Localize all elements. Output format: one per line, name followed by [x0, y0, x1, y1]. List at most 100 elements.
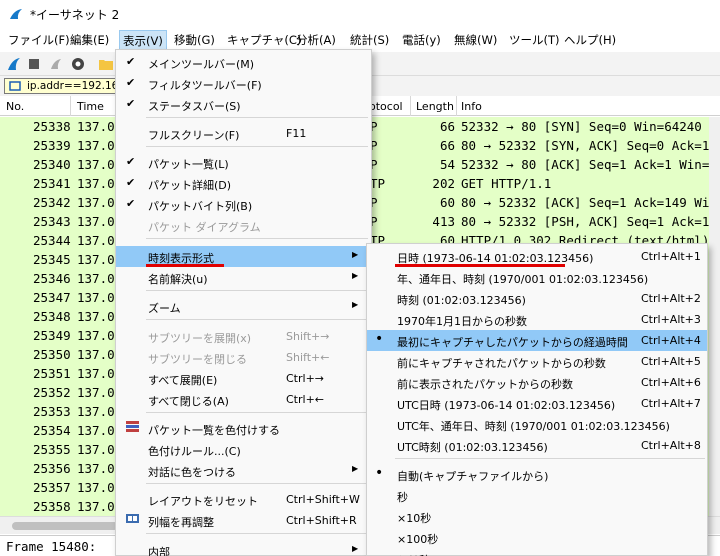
- view-menu-item[interactable]: 内部 ▶: [116, 540, 371, 556]
- menu-item-label: すべて展開(E): [148, 374, 218, 387]
- view-menu-item[interactable]: パケット一覧を色付けする: [116, 418, 371, 439]
- column-divider[interactable]: [456, 96, 457, 116]
- packet-time: 137.0: [77, 423, 115, 438]
- time-format-item[interactable]: UTC時刻 (01:02:03.123456) Ctrl+Alt+8: [367, 435, 707, 456]
- menu-item-label: UTC年、通年日、時刻 (1970/001 01:02:03.123456): [397, 420, 670, 433]
- packet-no: 25341: [33, 176, 71, 191]
- time-format-item[interactable]: 時刻 (01:02:03.123456) Ctrl+Alt+2: [367, 288, 707, 309]
- detail-frame-line[interactable]: Frame 15480:: [6, 539, 96, 554]
- view-menu-item[interactable]: ✔ ステータスバー(S): [116, 94, 371, 115]
- menu-item-label: パケット詳細(D): [148, 179, 232, 192]
- check-icon: ✔: [126, 76, 136, 89]
- time-format-item[interactable]: 前にキャプチャされたパケットからの秒数 Ctrl+Alt+5: [367, 351, 707, 372]
- menu-item-label: メインツールバー(M): [148, 58, 255, 71]
- view-menu-item[interactable]: 時刻表示形式 ▶: [116, 246, 371, 267]
- menu-capture[interactable]: キャプチャ(C): [227, 32, 301, 48]
- column-divider[interactable]: [70, 96, 71, 116]
- view-menu-item[interactable]: フルスクリーン(F) F11: [116, 123, 371, 144]
- menu-item-label: 内部: [148, 546, 170, 556]
- menu-item-label: フルスクリーン(F): [148, 129, 240, 142]
- menu-telephony[interactable]: 電話(y): [402, 32, 441, 48]
- packet-length: 413: [432, 214, 455, 229]
- scrollbar-thumb[interactable]: [12, 522, 118, 530]
- view-menu-item[interactable]: ✔ メインツールバー(M): [116, 52, 371, 73]
- menu-wireless[interactable]: 無線(W): [454, 32, 497, 48]
- column-length[interactable]: Length: [416, 100, 454, 113]
- menu-item-label: レイアウトをリセット: [148, 495, 258, 508]
- check-icon: ✔: [126, 155, 136, 168]
- time-format-item[interactable]: ×10秒: [367, 506, 707, 527]
- bookmark-icon[interactable]: [9, 81, 21, 91]
- packet-time: 137.0: [77, 328, 115, 343]
- menu-item-shortcut: Ctrl+→: [286, 372, 325, 385]
- menu-item-label: 自動(キャプチャファイルから): [397, 470, 549, 483]
- packet-time: 137.0: [77, 366, 115, 381]
- view-menu-item[interactable]: ✔ パケット一覧(L): [116, 152, 371, 173]
- menu-item-label: 対話に色をつける: [148, 466, 236, 479]
- menu-view[interactable]: 表示(V): [119, 30, 167, 50]
- time-format-item[interactable]: 年、通年日、時刻 (1970/001 01:02:03.123456): [367, 267, 707, 288]
- menu-help[interactable]: ヘルプ(H): [564, 32, 616, 48]
- time-format-item[interactable]: ×100秒: [367, 527, 707, 548]
- time-format-item[interactable]: 日時 (1973-06-14 01:02:03.123456) Ctrl+Alt+…: [367, 246, 707, 267]
- view-menu-item[interactable]: ✔ パケット詳細(D): [116, 173, 371, 194]
- menu-item-label: 色付けルール...(C): [148, 445, 241, 458]
- menu-item-label: 年、通年日、時刻 (1970/001 01:02:03.123456): [397, 273, 649, 286]
- menu-file[interactable]: ファイル(F): [8, 32, 70, 48]
- column-divider[interactable]: [410, 96, 411, 116]
- menu-item-shortcut: Shift+←: [286, 351, 330, 364]
- packet-no: 25348: [33, 309, 71, 324]
- packet-info: 80 → 52332 [ACK] Seq=1 Ack=149 Win: [461, 195, 717, 210]
- view-menu-item[interactable]: 名前解決(u) ▶: [116, 267, 371, 288]
- time-format-submenu: 日時 (1973-06-14 01:02:03.123456) Ctrl+Alt+…: [366, 243, 708, 556]
- view-menu-item[interactable]: すべて閉じる(A) Ctrl+←: [116, 389, 371, 410]
- menu-go[interactable]: 移動(G): [174, 32, 215, 48]
- time-format-item[interactable]: 前に表示されたパケットからの秒数 Ctrl+Alt+6: [367, 372, 707, 393]
- radio-bullet-icon: •: [375, 465, 384, 481]
- column-protocol[interactable]: otocol: [369, 100, 403, 113]
- time-format-item[interactable]: ミリ秒: [367, 548, 707, 556]
- time-format-item[interactable]: UTC日時 (1973-06-14 01:02:03.123456) Ctrl+A…: [367, 393, 707, 414]
- column-time[interactable]: Time: [77, 100, 104, 113]
- packet-no: 25339: [33, 138, 71, 153]
- display-filter-input[interactable]: ip.addr==192.168.1(: [4, 78, 120, 94]
- open-file-icon[interactable]: [98, 56, 114, 72]
- packet-list-scrollbar[interactable]: [709, 117, 720, 516]
- menu-edit[interactable]: 編集(E): [70, 32, 109, 48]
- stop-capture-icon[interactable]: [26, 56, 42, 72]
- packet-no: 25344: [33, 233, 71, 248]
- packet-no: 25358: [33, 499, 71, 514]
- packet-no: 25347: [33, 290, 71, 305]
- time-format-item[interactable]: • 自動(キャプチャファイルから): [367, 464, 707, 485]
- capture-options-icon[interactable]: [70, 56, 86, 72]
- check-icon: ✔: [126, 197, 136, 210]
- view-menu-dropdown: ✔ メインツールバー(M) ✔ フィルタツールバー(F) ✔ ステータスバー(S) フルスク…: [115, 49, 372, 556]
- menu-analyze[interactable]: 分析(A): [296, 32, 336, 48]
- packet-time: 137.0: [77, 157, 115, 172]
- packet-no: 25354: [33, 423, 71, 438]
- view-menu-item[interactable]: 色付けルール...(C): [116, 439, 371, 460]
- time-format-item[interactable]: UTC年、通年日、時刻 (1970/001 01:02:03.123456): [367, 414, 707, 435]
- start-capture-icon[interactable]: [6, 56, 22, 72]
- view-menu-item[interactable]: ✔ フィルタツールバー(F): [116, 73, 371, 94]
- view-menu-item[interactable]: 対話に色をつける ▶: [116, 460, 371, 481]
- menu-tools[interactable]: ツール(T): [509, 32, 560, 48]
- time-format-item[interactable]: 秒: [367, 485, 707, 506]
- menu-item-shortcut: Ctrl+Alt+2: [641, 292, 701, 305]
- title-bar: *イーサネット 2: [0, 0, 720, 28]
- restart-capture-icon[interactable]: [48, 56, 64, 72]
- packet-protocol: TP: [370, 176, 386, 191]
- time-format-item[interactable]: 1970年1月1日からの秒数 Ctrl+Alt+3: [367, 309, 707, 330]
- view-menu-item[interactable]: ズーム ▶: [116, 296, 371, 317]
- view-menu-item[interactable]: ✔ パケットバイト列(B): [116, 194, 371, 215]
- packet-no: 25357: [33, 480, 71, 495]
- view-menu-item[interactable]: すべて展開(E) Ctrl+→: [116, 368, 371, 389]
- menu-statistics[interactable]: 統計(S): [350, 32, 389, 48]
- view-menu-item[interactable]: 列幅を再調整 Ctrl+Shift+R: [116, 510, 371, 531]
- menu-item-label: サブツリーを閉じる: [148, 353, 247, 366]
- column-info[interactable]: Info: [461, 100, 482, 113]
- menu-item-label: パケット一覧(L): [148, 158, 229, 171]
- time-format-item[interactable]: • 最初にキャプチャしたパケットからの経過時間 Ctrl+Alt+4: [367, 330, 707, 351]
- view-menu-item[interactable]: レイアウトをリセット Ctrl+Shift+W: [116, 489, 371, 510]
- column-no[interactable]: No.: [6, 100, 24, 113]
